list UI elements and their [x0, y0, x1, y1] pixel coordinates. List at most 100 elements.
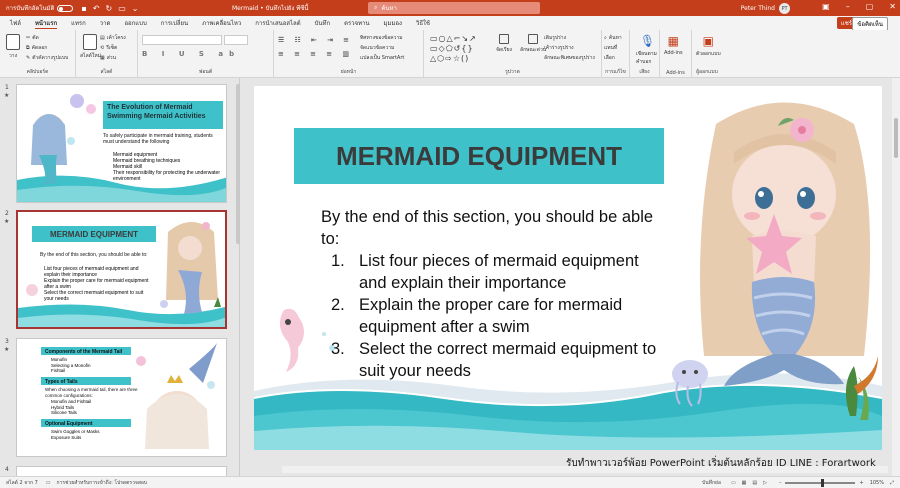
shape-outline-button[interactable]: เค้าร่างรูปร่าง [544, 44, 574, 52]
tab-home[interactable]: หน้าแรก [34, 18, 58, 29]
ribbon-display-icon[interactable]: ▣ [822, 2, 830, 11]
slide-thumbnail-2[interactable]: MERMAID EQUIPMENT By the end of this sec… [16, 210, 227, 329]
user-account[interactable]: Peter Thind PT [741, 3, 790, 14]
thumb1-intro: To safely participate in mermaid trainin… [103, 133, 213, 145]
transition-star-icon: ★ [4, 218, 10, 225]
layout-button[interactable]: ▤ เค้าโครง [100, 34, 126, 42]
comments-button[interactable]: ข้อคิดเห็น [852, 17, 888, 31]
designer-label: ผู้ออกแบบ [696, 69, 718, 75]
tab-help[interactable]: วิธีใช้ [416, 18, 430, 28]
paste-button[interactable]: วาง [6, 34, 20, 60]
save-icon[interactable]: ▪ [81, 4, 86, 13]
view-buttons[interactable]: ▭▦▤▷ [731, 480, 773, 486]
undo-icon[interactable]: ↶ [93, 4, 100, 13]
reset-button[interactable]: ⟲ รีเซ็ต [100, 44, 117, 52]
paragraph-label: ย่อหน้า [340, 69, 357, 75]
slide-title-box[interactable]: MERMAID EQUIPMENT [294, 128, 664, 184]
shape-effects-button[interactable]: ลักษณะพิเศษของรูปร่าง [544, 54, 595, 62]
tab-review[interactable]: ตรวจทาน [344, 18, 369, 28]
copy-button[interactable]: ⧉ คัดลอก [26, 44, 47, 52]
font-name-box[interactable] [142, 35, 222, 45]
select-button[interactable]: เลือก [604, 54, 615, 62]
slide-thumbnail-4[interactable] [16, 466, 227, 476]
accessibility-status[interactable]: การช่วยสำหรับการเข้าถึง: โปรดตรวจสอบ [57, 479, 148, 487]
slide-count: สไลด์ 2 จาก 7 [6, 479, 38, 486]
text-direction-button[interactable]: ทิศทางของข้อความ [360, 34, 403, 42]
tab-design[interactable]: ออกแบบ [124, 18, 146, 28]
shapes-gallery[interactable]: ▭○△⌐↘↗ ▭◇⬠↺{} △⬡⇨☆() [430, 34, 490, 64]
autosave[interactable]: การบันทึกอัตโนมัติ [6, 3, 74, 13]
align-text-button[interactable]: จัดแนวข้อความ [360, 44, 394, 52]
find-button[interactable]: ⌕ ค้นหา [604, 34, 622, 42]
list-number: 2. [331, 296, 345, 314]
list-buttons[interactable]: ☰ ☷ ⇤ ⇥ ≡ [278, 36, 353, 44]
addins-button[interactable]: ▦ Add-ins [664, 34, 683, 56]
vertical-scrollbar[interactable] [892, 78, 900, 476]
section-icon: ▦ [100, 55, 105, 61]
language-icon[interactable]: ▭ [46, 480, 51, 486]
zoom-slider[interactable] [785, 478, 856, 487]
tab-slideshow[interactable]: การนำเสนอสไลด์ [255, 18, 300, 28]
search-box[interactable]: ⌕ ค้นหา [368, 2, 540, 14]
fit-slide-icon[interactable]: ⤢ [890, 480, 894, 486]
slide-intro-text[interactable]: By the end of this section, you should b… [321, 206, 661, 250]
smartart-button[interactable]: แปลงเป็น SmartArt [360, 54, 404, 62]
ribbon-tabs: ไฟล์ หน้าแรก แทรก วาด ออกแบบ การเปลี่ยน … [0, 16, 900, 30]
dictate-button[interactable]: 🎙 เขียนตามคำบอก [636, 34, 659, 66]
font-format-buttons[interactable]: B I U S ab [142, 50, 240, 58]
thumb3-items: Swim Goggles or Masks Exposure Suits [51, 429, 100, 440]
tab-file[interactable]: ไฟล์ [10, 18, 21, 28]
new-slide-button[interactable]: สไลด์ใหม่ [80, 34, 101, 60]
copy-icon: ⧉ [26, 45, 30, 51]
autosave-toggle[interactable] [57, 4, 74, 12]
zoom-out-icon[interactable]: – [779, 480, 782, 486]
search-placeholder: ค้นหา [381, 5, 397, 12]
replace-button[interactable]: แทนที่ [604, 44, 617, 52]
font-size-box[interactable] [224, 35, 248, 45]
tab-draw[interactable]: วาด [100, 18, 111, 28]
scrollbar-thumb[interactable] [894, 118, 898, 158]
close-icon[interactable]: ✕ [889, 2, 896, 11]
avatar[interactable]: PT [779, 3, 790, 14]
shape-fill-button[interactable]: เติมรูปร่าง [544, 34, 566, 42]
thumb2-list: List four pieces of mermaid equipment an… [44, 266, 154, 302]
slide-canvas: MERMAID EQUIPMENT By the end of this sec… [242, 78, 892, 476]
customize-icon[interactable]: ⌄ [132, 4, 139, 13]
designer-button[interactable]: ▣ ตัวออกแบบ [696, 34, 721, 58]
arrange-button[interactable]: จัดเรียง [496, 34, 512, 54]
align-buttons[interactable]: ≡ ≡ ≡ ≡ ▥ [278, 50, 353, 58]
zoom-level[interactable]: 105% [870, 480, 884, 486]
slide-thumbnail-1[interactable]: The Evolution of Mermaid Swimming Mermai… [16, 84, 227, 203]
tab-transitions[interactable]: การเปลี่ยน [161, 18, 188, 28]
thumbnail-scrollbar[interactable] [236, 84, 240, 244]
addins-label: Add-ins [666, 70, 685, 76]
slide-number: 2 [5, 210, 9, 217]
list-text: List four pieces of mermaid equipment an… [359, 252, 639, 292]
cut-button[interactable]: ✂ ตัด [26, 34, 39, 42]
status-bar: สไลด์ 2 จาก 7 ▭ การช่วยสำหรับการเข้าถึง:… [0, 476, 900, 488]
thumb3-head: Types of Tails [45, 379, 78, 385]
slide-title: MERMAID EQUIPMENT [336, 140, 622, 171]
notes-button[interactable]: บันทึกย่อ [702, 479, 721, 487]
zoom-slider-thumb[interactable] [821, 478, 825, 487]
thumb3-head: Optional Equipment [45, 421, 93, 427]
thumb3-para: When choosing a mermaid tail, there are … [45, 387, 138, 398]
objectives-list[interactable]: 1. List four pieces of mermaid equipment … [331, 250, 661, 382]
tab-view[interactable]: มุมมอง [384, 18, 402, 28]
redo-icon[interactable]: ↻ [106, 4, 113, 13]
tab-record[interactable]: บันทึก [315, 18, 331, 28]
format-painter-button[interactable]: ✎ ตัวคัดวางรูปแบบ [26, 54, 68, 62]
quick-styles-button[interactable]: ลักษณะด่วน [520, 34, 546, 54]
zoom-in-icon[interactable]: + [859, 480, 863, 486]
minimize-icon[interactable]: – [846, 2, 850, 11]
maximize-icon[interactable]: ▢ [866, 2, 874, 11]
slide-number: 3 [5, 338, 9, 345]
thumb1-title: The Evolution of Mermaid Swimming Mermai… [107, 104, 206, 120]
tab-insert[interactable]: แทรก [71, 18, 86, 28]
paragraph-group: ☰ ☷ ⇤ ⇥ ≡ ≡ ≡ ≡ ≡ ▥ ทิศทางของข้อความ จัด… [274, 30, 424, 78]
section-button[interactable]: ▦ ส่วน [100, 54, 116, 62]
drawing-group: ▭○△⌐↘↗ ▭◇⬠↺{} △⬡⇨☆() จัดเรียง ลักษณะด่วน เ… [424, 30, 602, 78]
present-icon[interactable]: ▭ [118, 4, 126, 13]
slide-thumbnail-3[interactable]: Components of the Mermaid Tail Monofin S… [16, 338, 227, 457]
tab-animations[interactable]: ภาพเคลื่อนไหว [202, 18, 241, 28]
